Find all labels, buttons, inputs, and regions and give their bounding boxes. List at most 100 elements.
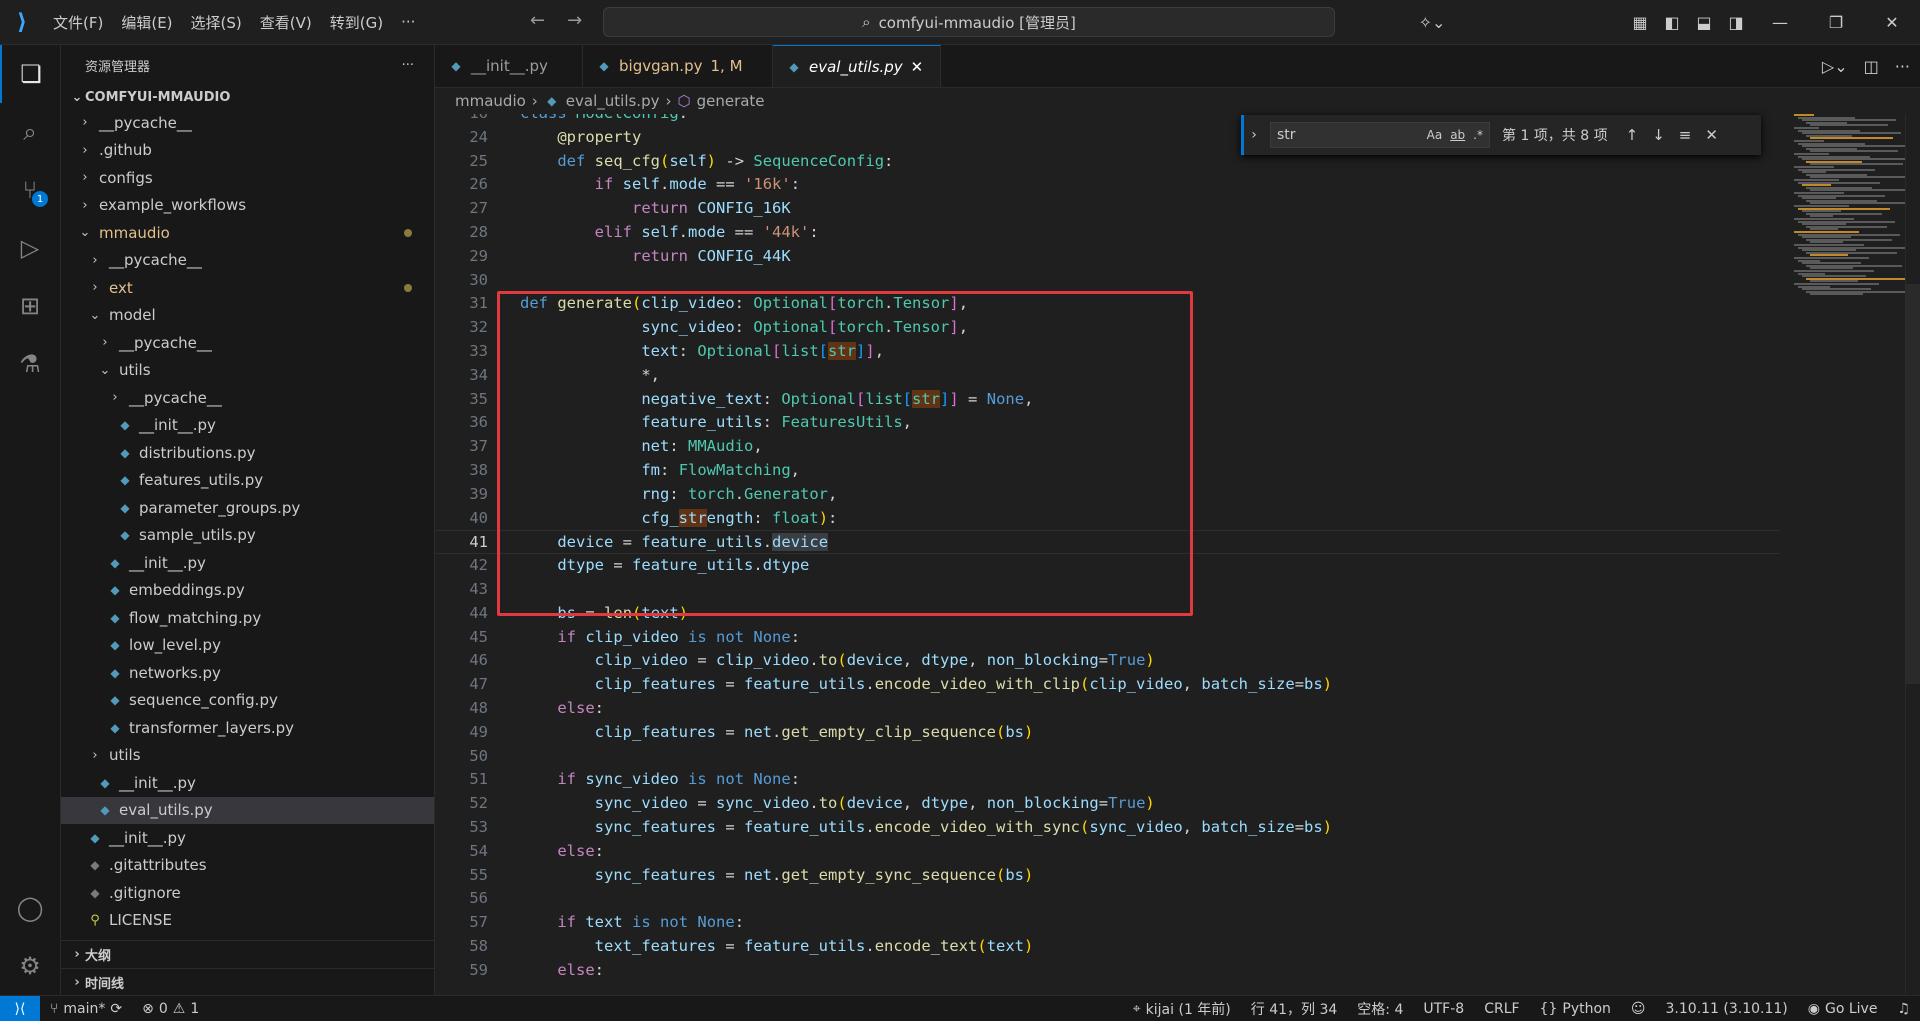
indentation[interactable]: 空格: 4 xyxy=(1347,999,1413,1019)
extensions-icon[interactable]: ⊞ xyxy=(0,277,60,335)
breadcrumb-symbol[interactable]: generate xyxy=(697,92,765,110)
more-actions-icon[interactable]: ··· xyxy=(1895,57,1910,76)
code-line[interactable]: 27 return CONFIG_16K xyxy=(435,197,1780,221)
code-line[interactable]: 42 dtype = feature_utils.dtype xyxy=(435,554,1780,578)
vscode-logo-icon[interactable]: ⟩ xyxy=(0,0,44,44)
tree-folder[interactable]: ⌄ model xyxy=(61,302,434,330)
breadcrumb-folder[interactable]: mmaudio xyxy=(455,92,526,110)
breadcrumb-file[interactable]: eval_utils.py xyxy=(566,92,660,110)
tree-folder[interactable]: ⌄ utils xyxy=(61,357,434,385)
tree-folder[interactable]: › example_workflows xyxy=(61,192,434,220)
menu-edit[interactable]: 编辑(E) xyxy=(112,12,181,33)
menu-view[interactable]: 查看(V) xyxy=(251,12,321,33)
menu-go[interactable]: 转到(G) xyxy=(321,12,392,33)
language-mode[interactable]: {} Python xyxy=(1530,1001,1621,1017)
editor-tab[interactable]: ◆ bigvgan.py 1, M xyxy=(583,45,773,87)
encoding[interactable]: UTF-8 xyxy=(1413,1001,1474,1017)
minimize-icon[interactable]: — xyxy=(1752,13,1808,32)
problems-indicator[interactable]: ⊗ 0 ⚠ 1 xyxy=(132,1001,209,1017)
code-line[interactable]: 32 sync_video: Optional[torch.Tensor], xyxy=(435,316,1780,340)
workspace-root[interactable]: ⌄ COMFYUI-MMAUDIO xyxy=(61,85,434,109)
restore-icon[interactable]: ❐ xyxy=(1808,13,1864,32)
editor-tab[interactable]: ◆ __init__.py xyxy=(435,45,583,87)
code-line[interactable]: 49 clip_features = net.get_empty_clip_se… xyxy=(435,721,1780,745)
code-line[interactable]: 52 sync_video = sync_video.to(device, dt… xyxy=(435,792,1780,816)
code-line[interactable]: 58 text_features = feature_utils.encode_… xyxy=(435,935,1780,959)
toggle-replace-icon[interactable]: › xyxy=(1241,115,1264,155)
code-editor[interactable]: 16 class ModelConfig: 24 @property 25 def s… xyxy=(435,114,1920,994)
tree-file[interactable]: ◆ .gitignore xyxy=(61,879,434,907)
tree-file[interactable]: ◆ parameter_groups.py xyxy=(61,494,434,522)
tree-file[interactable]: ◆ transformer_layers.py xyxy=(61,714,434,742)
branch-indicator[interactable]: ⑂ main* ⟳ xyxy=(40,1001,132,1017)
tree-file[interactable]: ◆ eval_utils.py xyxy=(61,796,434,824)
minimap[interactable] xyxy=(1786,114,1918,994)
code-line[interactable]: 53 sync_features = feature_utils.encode_… xyxy=(435,816,1780,840)
customize-layout-icon[interactable]: ▦ xyxy=(1624,13,1656,32)
settings-gear-icon[interactable]: ⚙ xyxy=(0,937,60,995)
match-case-button[interactable]: Aa xyxy=(1427,128,1443,142)
code-line[interactable]: 28 elif self.mode == '44k': xyxy=(435,221,1780,245)
tree-file[interactable]: ◆ embeddings.py xyxy=(61,577,434,605)
code-line[interactable]: 48 else: xyxy=(435,697,1780,721)
notifications-bell-icon[interactable]: ♫ xyxy=(1887,1001,1920,1017)
code-line[interactable]: 37 net: MMAudio, xyxy=(435,435,1780,459)
code-line[interactable]: 47 clip_features = feature_utils.encode_… xyxy=(435,673,1780,697)
regex-button[interactable]: .* xyxy=(1473,128,1483,142)
tree-file[interactable]: ◆ distributions.py xyxy=(61,439,434,467)
tree-folder[interactable]: › __pycache__ xyxy=(61,109,434,137)
run-python-icon[interactable]: ▷⌄ xyxy=(1822,57,1848,76)
command-center-search[interactable]: ⌕ comfyui-mmaudio [管理员] xyxy=(603,7,1335,37)
code-line[interactable]: 46 clip_video = clip_video.to(device, dt… xyxy=(435,649,1780,673)
tree-file[interactable]: ◆ __init__.py xyxy=(61,412,434,440)
code-line[interactable]: 41 device = feature_utils.device xyxy=(435,530,1780,555)
run-debug-icon[interactable]: ▷ xyxy=(0,219,60,277)
code-line[interactable]: 55 sync_features = net.get_empty_sync_se… xyxy=(435,864,1780,888)
tree-folder[interactable]: › utils xyxy=(61,742,434,770)
tree-file[interactable]: ◆ __init__.py xyxy=(61,549,434,577)
code-line[interactable]: 59 else: xyxy=(435,959,1780,983)
code-line[interactable]: 45 if clip_video is not None: xyxy=(435,626,1780,650)
match-word-button[interactable]: ab xyxy=(1450,128,1465,142)
account-icon[interactable]: ◯ xyxy=(0,879,60,937)
explorer-icon[interactable]: ❏ xyxy=(0,45,60,103)
find-input[interactable]: str Aa ab .* xyxy=(1270,122,1490,148)
code-line[interactable]: 40 cfg_strength: float): xyxy=(435,507,1780,531)
explorer-more-icon[interactable]: ··· xyxy=(402,58,414,73)
sidebar-section[interactable]: › 大纲 xyxy=(61,940,434,968)
code-line[interactable]: 29 return CONFIG_44K xyxy=(435,245,1780,269)
vertical-scrollbar[interactable] xyxy=(1905,114,1920,994)
code-line[interactable]: 35 negative_text: Optional[list[str]] = … xyxy=(435,388,1780,412)
go-live-button[interactable]: ◉ Go Live xyxy=(1798,1001,1888,1017)
code-line[interactable]: 38 fm: FlowMatching, xyxy=(435,459,1780,483)
code-line[interactable]: 34 *, xyxy=(435,364,1780,388)
close-find-icon[interactable]: ✕ xyxy=(1705,126,1718,144)
tree-file[interactable]: ◆ __init__.py xyxy=(61,769,434,797)
tree-file[interactable]: ◆ low_level.py xyxy=(61,632,434,660)
forward-arrow-icon[interactable]: → xyxy=(567,10,582,31)
copilot-icon[interactable]: ✧⌄ xyxy=(1410,13,1454,32)
tree-file[interactable]: ◆ flow_matching.py xyxy=(61,604,434,632)
toggle-panel-icon[interactable]: ⬓ xyxy=(1688,13,1720,32)
git-blame[interactable]: ⌖ kijai (1 年前) xyxy=(1123,999,1241,1019)
tree-folder[interactable]: ⌄ mmaudio xyxy=(61,219,434,247)
close-window-icon[interactable]: ✕ xyxy=(1864,13,1920,32)
cursor-position[interactable]: 行 41，列 34 xyxy=(1241,999,1348,1019)
tree-folder[interactable]: › configs xyxy=(61,164,434,192)
copilot-status-icon[interactable]: ☺ xyxy=(1621,1001,1656,1017)
code-line[interactable]: 54 else: xyxy=(435,840,1780,864)
code-line[interactable]: 44 bs = len(text) xyxy=(435,602,1780,626)
back-arrow-icon[interactable]: ← xyxy=(530,10,545,31)
toggle-secondary-sidebar-icon[interactable]: ◨ xyxy=(1720,13,1752,32)
code-line[interactable]: 50 xyxy=(435,745,1780,769)
previous-match-icon[interactable]: ↑ xyxy=(1626,126,1639,144)
code-line[interactable]: 57 if text is not None: xyxy=(435,911,1780,935)
code-line[interactable]: 33 text: Optional[list[str]], xyxy=(435,340,1780,364)
search-view-icon[interactable]: ⌕ xyxy=(0,103,60,161)
tree-folder[interactable]: › __pycache__ xyxy=(61,329,434,357)
code-line[interactable]: 30 xyxy=(435,269,1780,293)
scrollbar-thumb[interactable] xyxy=(1906,284,1920,684)
split-editor-icon[interactable]: ◫ xyxy=(1864,57,1879,76)
source-control-icon[interactable]: ⑂ 1 xyxy=(0,161,60,219)
code-line[interactable]: 56 xyxy=(435,887,1780,911)
